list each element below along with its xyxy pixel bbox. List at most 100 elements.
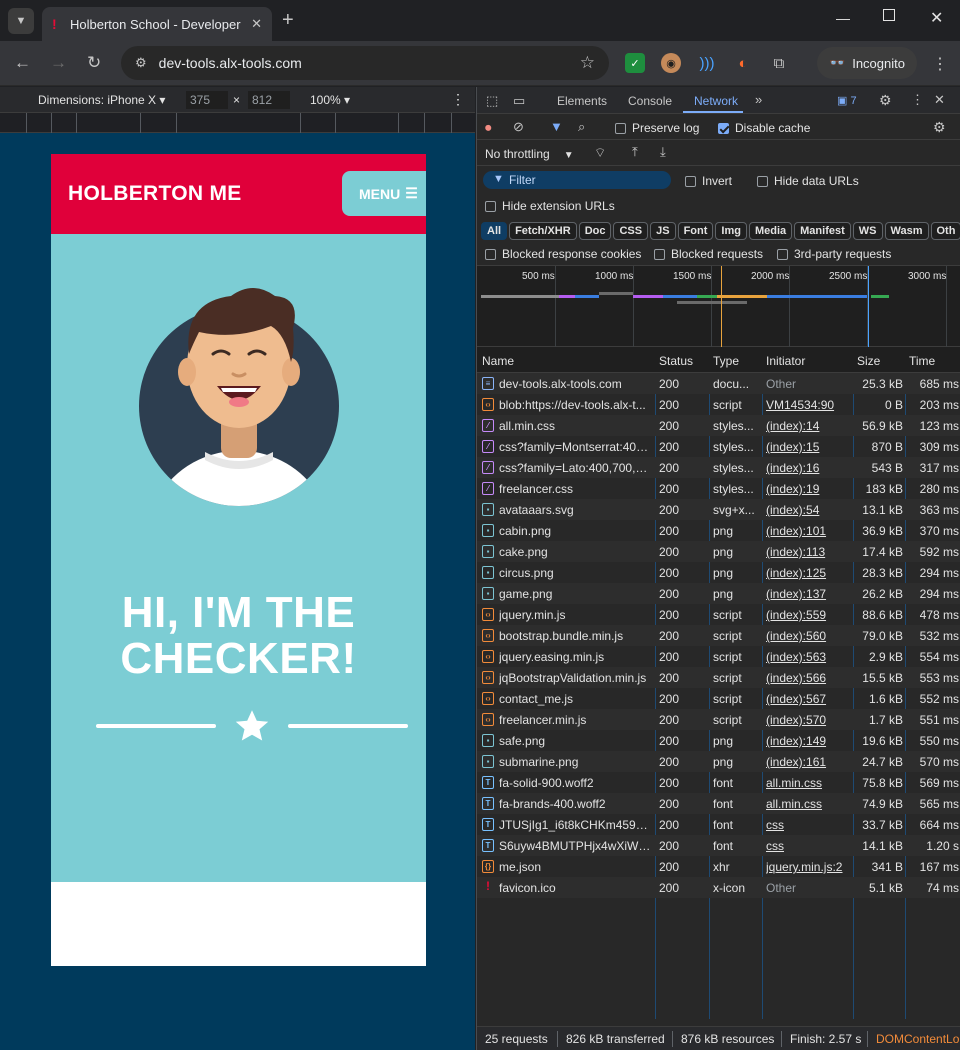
type-filter-font[interactable]: Font (677, 222, 714, 240)
filter-funnel-icon[interactable]: ▼ (550, 119, 563, 134)
settings-gear-icon[interactable]: ⚙ (879, 92, 892, 109)
request-initiator[interactable]: css (766, 839, 850, 853)
column-header-size[interactable]: Size (857, 354, 880, 368)
type-filter-js[interactable]: JS (650, 222, 676, 240)
request-initiator[interactable]: (index):125 (766, 566, 850, 580)
type-filter-ws[interactable]: WS (852, 222, 883, 240)
preserve-log-checkbox[interactable]: Preserve log (615, 121, 699, 135)
back-icon[interactable]: ← (14, 53, 31, 73)
column-header-name[interactable]: Name (482, 354, 514, 368)
third-party-requests-checkbox[interactable]: 3rd-party requests (777, 247, 891, 261)
site-info-icon[interactable]: ⚙ (135, 55, 147, 71)
request-initiator[interactable]: (index):19 (766, 482, 850, 496)
close-devtools-icon[interactable]: ✕ (934, 92, 945, 108)
close-window-button[interactable]: ✕ (930, 8, 943, 28)
request-initiator[interactable]: all.min.css (766, 776, 850, 790)
table-row[interactable]: ▪ cabin.png 200 png (index):101 36.9 kB 370 ms (477, 520, 960, 541)
type-filter-all[interactable]: All (481, 222, 508, 240)
table-row[interactable]: ⁄ all.min.css 200 styles... (index):14 56.9 k… (477, 415, 960, 436)
issues-badge[interactable]: ▣ 7 (837, 94, 857, 107)
table-row[interactable]: Tfa-brands-400.woff2 200 font all.min.css 74… (477, 793, 960, 814)
request-initiator[interactable]: (index):560 (766, 629, 850, 643)
blocked-requests-checkbox[interactable]: Blocked requests (654, 247, 763, 261)
request-initiator[interactable]: (index):16 (766, 461, 850, 475)
puzzle-extensions-icon[interactable]: ⧉ (769, 53, 789, 73)
request-initiator[interactable]: (index):149 (766, 734, 850, 748)
address-bar[interactable]: ⚙ dev-tools.alx-tools.com ☆ (121, 46, 609, 80)
disable-cache-checkbox[interactable]: Disable cache (718, 121, 810, 135)
hide-extension-urls-checkbox[interactable]: Hide extension URLs (485, 199, 615, 213)
type-filter-wasm[interactable]: Wasm (884, 222, 929, 240)
request-initiator[interactable]: (index):563 (766, 650, 850, 664)
table-row[interactable]: ▪ submarine.png 200 png (index):161 24.7 kB 57… (477, 751, 960, 772)
table-row[interactable]: ‹› contact_me.js 200 script (index):567 1.6 k… (477, 688, 960, 709)
export-har-icon[interactable]: ⤓ (660, 144, 666, 160)
table-row[interactable]: ⁄ css?family=Lato:400,700,4... 200 styles..… (477, 457, 960, 478)
request-initiator[interactable]: VM14534:90 (766, 398, 850, 412)
site-brand[interactable]: HOLBERTON ME (68, 182, 242, 206)
request-initiator[interactable]: (index):567 (766, 692, 850, 706)
kebab-menu-icon[interactable]: ⋮ (932, 54, 948, 74)
table-row[interactable]: T JTUSjIg1_i6t8kCHKm459W... 200 font css 33.7… (477, 814, 960, 835)
request-initiator[interactable]: (index):566 (766, 671, 850, 685)
request-initiator[interactable]: (index):101 (766, 524, 850, 538)
url-text[interactable]: dev-tools.alx-tools.com (159, 55, 580, 71)
request-initiator[interactable]: (index):137 (766, 587, 850, 601)
bookmark-star-icon[interactable]: ☆ (580, 53, 595, 73)
type-filter-media[interactable]: Media (748, 222, 793, 240)
wireless-extension-icon[interactable]: ))) (697, 53, 717, 73)
request-initiator[interactable]: (index):113 (766, 545, 850, 559)
new-tab-button[interactable]: + (282, 9, 294, 32)
network-conditions-icon[interactable]: ⌔ (594, 145, 606, 161)
table-row[interactable]: ⁄ freelancer.css 200 styles... (index):19 183… (477, 478, 960, 499)
tab-search-button[interactable]: ▼ (8, 8, 34, 34)
incognito-badge[interactable]: 👓 Incognito (817, 47, 917, 79)
owl-extension-icon[interactable]: ◉ (661, 53, 681, 73)
table-row[interactable]: ⁄ css?family=Montserrat:400... 200 styles..… (477, 436, 960, 457)
table-row[interactable]: ▪ game.png 200 png (index):137 26.2 kB 294 ms (477, 583, 960, 604)
request-initiator[interactable]: (index):570 (766, 713, 850, 727)
hide-data-urls-checkbox[interactable]: Hide data URLs (757, 174, 859, 188)
menu-button[interactable]: MENU ☰ (342, 171, 426, 216)
throttling-dropdown[interactable]: No throttling ▼ (485, 147, 574, 161)
browser-tab[interactable]: ! Holberton School - Developer t ✕ (42, 7, 272, 41)
type-filter-manifest[interactable]: Manifest (794, 222, 851, 240)
table-row[interactable]: ▪ circus.png 200 png (index):125 28.3 kB 294 m… (477, 562, 960, 583)
type-filter-css[interactable]: CSS (613, 222, 649, 240)
search-icon[interactable]: ⌕ (578, 119, 585, 135)
tab-elements[interactable]: Elements (557, 94, 607, 108)
request-initiator[interactable]: all.min.css (766, 797, 850, 811)
table-row[interactable]: ! favicon.ico 200 x-icon Other 5.1 kB 74 ms (477, 877, 960, 898)
device-height-input[interactable]: 812 (248, 91, 290, 109)
record-extension-icon[interactable]: ◐ (733, 53, 753, 73)
forward-icon[interactable]: → (50, 53, 67, 73)
table-row[interactable]: ≡ dev-tools.alx-tools.com 200 docu... Other 2… (477, 373, 960, 394)
invert-checkbox[interactable]: Invert (685, 174, 732, 188)
column-header-status[interactable]: Status (659, 354, 693, 368)
filter-input[interactable]: ▼ Filter (483, 171, 671, 189)
more-tabs-icon[interactable]: » (755, 92, 762, 107)
blocked-response-cookies-checkbox[interactable]: Blocked response cookies (485, 247, 641, 261)
table-row[interactable]: T S6uyw4BMUTPHjx4wXiWt... 200 font css 14.1 k… (477, 835, 960, 856)
shield-extension-icon[interactable]: ✓ (625, 53, 645, 73)
device-width-input[interactable]: 375 (186, 91, 228, 109)
column-header-type[interactable]: Type (713, 354, 739, 368)
reload-icon[interactable]: ↻ (87, 53, 101, 73)
record-stop-icon[interactable]: ⏺ (485, 120, 492, 136)
request-initiator[interactable]: (index):14 (766, 419, 850, 433)
table-row[interactable]: ▪ safe.png 200 png (index):149 19.6 kB 550 ms (477, 730, 960, 751)
close-tab-icon[interactable]: ✕ (251, 16, 262, 32)
inspect-element-icon[interactable]: ⬚ (486, 93, 498, 109)
type-filter-img[interactable]: Img (715, 222, 747, 240)
column-header-time[interactable]: Time (909, 354, 935, 368)
table-row[interactable]: ‹› freelancer.min.js 200 script (index):570 1… (477, 709, 960, 730)
network-settings-icon[interactable]: ⚙ (933, 119, 946, 136)
request-initiator[interactable]: (index):161 (766, 755, 850, 769)
zoom-dropdown[interactable]: 100% ▾ (310, 93, 350, 107)
minimize-window-button[interactable]: — (836, 10, 850, 26)
maximize-window-button[interactable] (883, 9, 895, 21)
device-toggle-icon[interactable]: ▭ (513, 93, 525, 109)
table-row[interactable]: ‹› jquery.easing.min.js 200 script (index):5… (477, 646, 960, 667)
type-filter-other[interactable]: Oth (930, 222, 960, 240)
devtools-menu-icon[interactable]: ⋮ (911, 92, 924, 108)
